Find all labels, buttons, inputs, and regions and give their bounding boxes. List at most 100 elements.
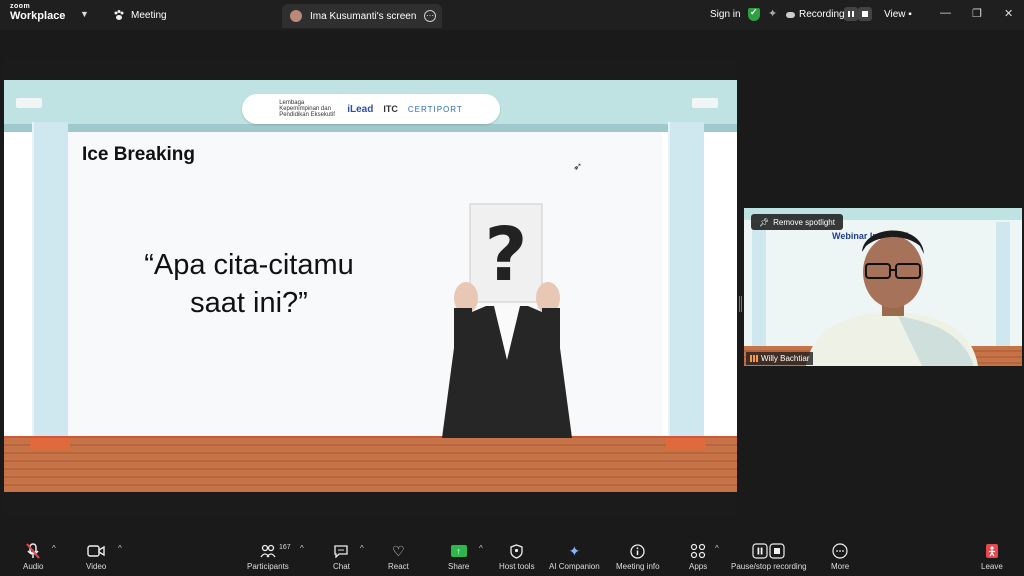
- participants-label: Participants: [247, 562, 289, 571]
- more-dots-icon: [832, 542, 848, 560]
- share-options-caret[interactable]: ^: [479, 544, 483, 553]
- remove-spotlight-label: Remove spotlight: [773, 217, 835, 227]
- brand-workplace: Workplace: [10, 10, 66, 22]
- participants-count: 167: [279, 544, 291, 551]
- lembaga-logo: Lembaga Kepemimpinan dan Pendidikan Ekse…: [279, 100, 335, 118]
- ai-companion-button[interactable]: ✦ AI Companion: [549, 542, 600, 572]
- info-icon: [630, 542, 645, 560]
- recording-indicator[interactable]: Recording...: [786, 9, 853, 20]
- pause-stop-recording-button[interactable]: Pause/stop recording: [731, 542, 807, 571]
- pillar-base-right: [666, 438, 706, 450]
- remove-spotlight-button[interactable]: 📌︎ Remove spotlight: [751, 214, 843, 230]
- leave-button[interactable]: Leave: [981, 542, 1003, 571]
- participants-icon: [260, 542, 276, 560]
- chevron-down-icon[interactable]: ▼: [80, 9, 89, 19]
- leave-label: Leave: [981, 562, 1003, 571]
- chat-label: Chat: [333, 562, 350, 571]
- meeting-info-button[interactable]: Meeting info: [616, 542, 660, 571]
- sparkle-icon[interactable]: ✦: [768, 7, 777, 20]
- speaker-figure: [806, 230, 978, 366]
- svg-text:?: ?: [485, 212, 528, 298]
- more-options-icon[interactable]: ···: [424, 10, 436, 22]
- pillar-base-left: [30, 438, 70, 450]
- microphone-muted-icon: [26, 542, 40, 560]
- pause-icon: [848, 11, 854, 17]
- question-mark-person-illustration: ?: [442, 203, 572, 438]
- panel-resize-handle[interactable]: [739, 296, 742, 312]
- quote-line-2: saat ini?”: [190, 287, 308, 319]
- apps-button[interactable]: Apps: [689, 542, 707, 571]
- video-bg-pillar-right: [996, 222, 1010, 346]
- ilead-logo: iLead: [347, 103, 374, 115]
- stop-icon: [862, 11, 868, 17]
- apps-icon: [690, 542, 706, 560]
- screen-tab-label: Ima Kusumanti's screen: [310, 10, 417, 22]
- stop-recording-button[interactable]: [858, 7, 872, 21]
- participant-name-tag: Willy Bachtiar: [746, 352, 814, 365]
- paw-icon: [114, 10, 124, 20]
- audio-options-caret[interactable]: ^: [52, 544, 56, 553]
- restore-icon[interactable]: ❐: [972, 7, 982, 20]
- view-button[interactable]: View ▪: [884, 9, 912, 20]
- shield-check-icon[interactable]: [748, 7, 760, 21]
- screen-share-tab[interactable]: Ima Kusumanti's screen ···: [282, 4, 442, 28]
- chat-options-caret[interactable]: ^: [360, 544, 364, 553]
- partner-logos: Lembaga Kepemimpinan dan Pendidikan Ekse…: [242, 94, 500, 124]
- presentation-slide: Lembaga Kepemimpinan dan Pendidikan Ekse…: [4, 80, 737, 492]
- chat-bubble-icon: [333, 542, 349, 560]
- more-label: More: [831, 562, 850, 571]
- avatar: [290, 10, 302, 22]
- pillar-left: [32, 122, 68, 452]
- video-label: Video: [86, 562, 107, 571]
- video-bg-pillar-left: [752, 222, 766, 346]
- brand-zoom: zoom: [10, 3, 31, 10]
- slide-quote: “Apa cita-citamu saat ini?”: [104, 246, 394, 322]
- chat-button[interactable]: Chat: [333, 542, 350, 571]
- participants-options-caret[interactable]: ^: [300, 544, 304, 553]
- lamp-left: [16, 98, 42, 108]
- quote-line-1: “Apa cita-citamu: [144, 249, 354, 281]
- meeting-tab[interactable]: Meeting: [113, 9, 167, 21]
- slide-band: [4, 124, 737, 132]
- slide-title: Ice Breaking: [82, 144, 195, 165]
- close-icon[interactable]: ✕: [1004, 7, 1013, 20]
- minimize-icon[interactable]: —: [940, 7, 951, 19]
- more-button[interactable]: More: [831, 542, 849, 571]
- mouse-cursor-icon: ➶: [573, 161, 583, 173]
- pillar-right: [668, 122, 704, 452]
- view-label: View: [884, 9, 906, 20]
- video-button[interactable]: Video: [86, 542, 106, 571]
- pause-stop-icon: [752, 542, 786, 560]
- lamp-right: [692, 98, 718, 108]
- slide-floor: [4, 438, 737, 492]
- react-button[interactable]: ♡ React: [388, 542, 409, 572]
- host-tools-button[interactable]: Host tools: [499, 542, 535, 571]
- meeting-label: Meeting: [131, 9, 167, 21]
- leave-exit-icon: [984, 542, 1000, 560]
- ai-sparkle-icon: ✦: [568, 542, 581, 559]
- video-options-caret[interactable]: ^: [118, 544, 122, 553]
- heart-icon: ♡: [392, 542, 405, 559]
- participant-name: Willy Bachtiar: [761, 354, 810, 363]
- cloud-icon: [786, 11, 795, 18]
- meeting-info-label: Meeting info: [616, 562, 660, 571]
- pause-stop-label: Pause/stop recording: [731, 562, 807, 571]
- title-bar: zoom Workplace ▼ Meeting Ima Kusumanti's…: [0, 0, 1024, 30]
- pause-recording-button[interactable]: [844, 7, 858, 21]
- audio-button[interactable]: Audio: [23, 542, 43, 571]
- share-label: Share: [448, 562, 470, 571]
- itc-logo: ITC: [383, 104, 398, 114]
- share-screen-icon: ↑: [450, 542, 467, 560]
- apps-options-caret[interactable]: ^: [715, 544, 719, 553]
- certiport-logo: CERTIPORT: [407, 104, 463, 114]
- zoom-workplace-logo[interactable]: zoom Workplace: [10, 3, 65, 22]
- host-shield-icon: [510, 542, 523, 560]
- pin-icon: 📌︎: [759, 217, 770, 227]
- participant-video[interactable]: Webinar Inspiratif: [744, 208, 1022, 366]
- ai-companion-label: AI Companion: [549, 562, 600, 571]
- share-button[interactable]: ↑ Share: [448, 542, 469, 571]
- sign-in-button[interactable]: Sign in: [710, 9, 741, 20]
- host-tools-label: Host tools: [499, 562, 535, 571]
- apps-label: Apps: [689, 562, 708, 571]
- meeting-toolbar: Audio ^ Video ^ Participants 167 ^ Chat …: [0, 530, 1024, 576]
